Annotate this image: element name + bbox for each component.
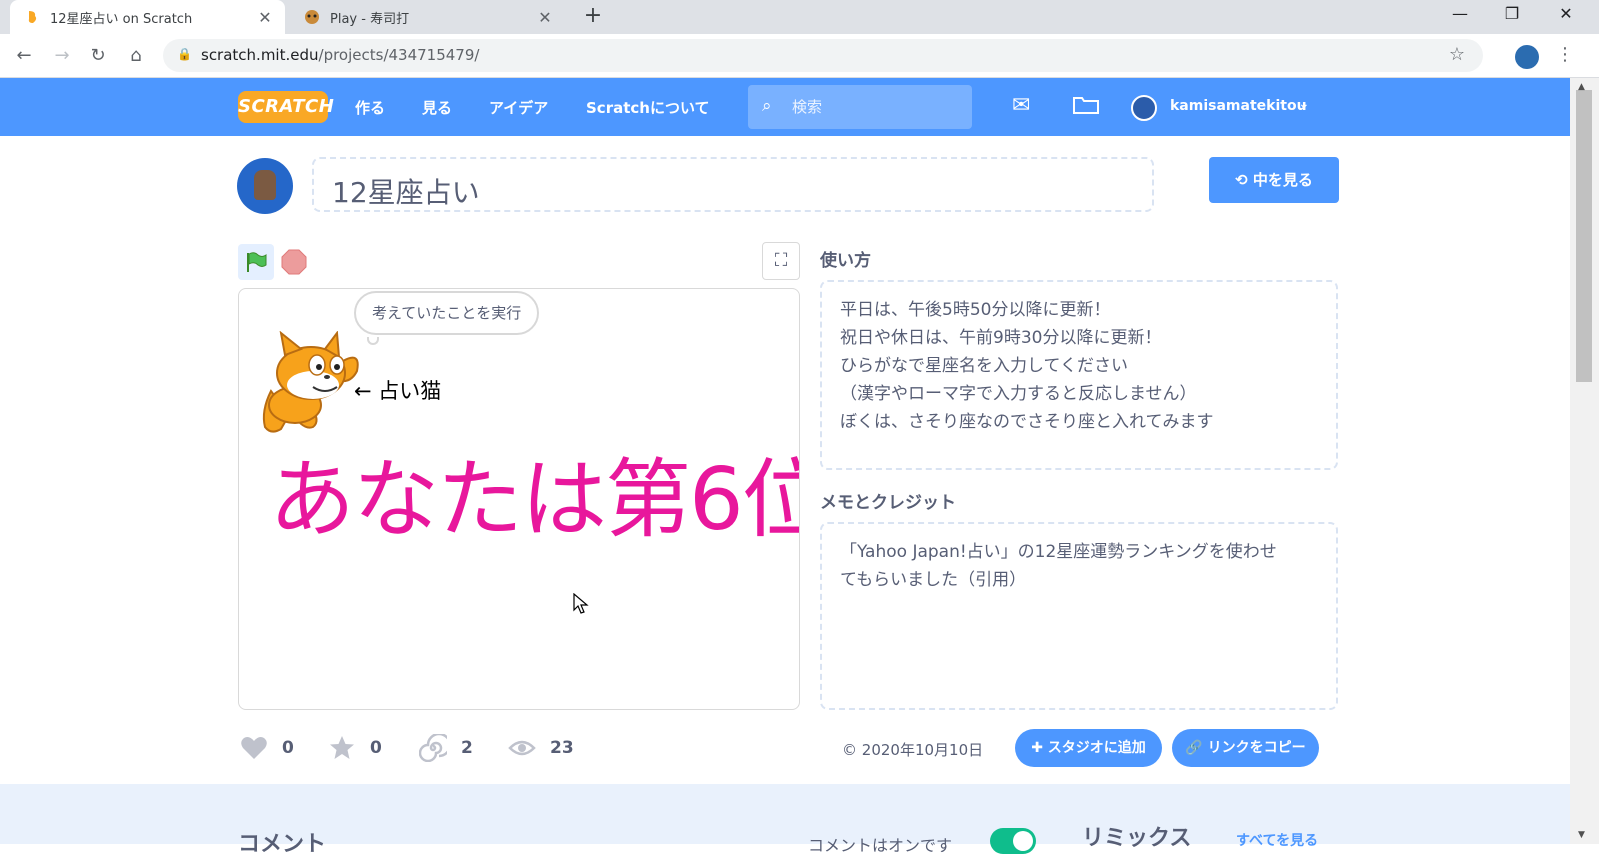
share-date: © 2020年10月10日 <box>842 739 983 760</box>
instructions-line: 平日は、午後5時50分以降に更新！ <box>840 300 1111 320</box>
tab-title: 12星座占い on Scratch <box>50 11 193 27</box>
remix-spiral-icon <box>419 734 447 762</box>
nav-explore[interactable]: 見る <box>422 97 452 118</box>
share-date-text: 2020年10月10日 <box>861 741 984 759</box>
sushida-favicon-icon <box>304 9 320 25</box>
close-tab-icon[interactable]: ✕ <box>255 8 275 27</box>
project-author-avatar[interactable] <box>237 158 293 214</box>
instructions-line: ひらがなで星座名を入力してください <box>840 356 1128 376</box>
tab-sushida[interactable]: Play - 寿司打 ✕ <box>290 0 565 34</box>
new-tab-icon[interactable]: + <box>580 4 606 30</box>
love-stat[interactable]: 0 <box>240 734 294 762</box>
browser-tab-strip: 12星座占い on Scratch ✕ Play - 寿司打 ✕ + — ❐ ✕ <box>0 0 1599 34</box>
see-inside-label: 中を見る <box>1252 171 1313 189</box>
user-avatar[interactable] <box>1131 95 1157 121</box>
project-stage[interactable]: 考えていたことを実行 ← 占い猫 あなたは第6位 <box>238 288 800 710</box>
remixes-heading: リミックス <box>1082 826 1192 851</box>
forward-icon[interactable]: → <box>48 42 76 70</box>
view-count: 23 <box>550 738 574 758</box>
green-flag-button[interactable] <box>238 244 274 280</box>
search-input[interactable] <box>792 95 962 119</box>
back-icon[interactable]: ← <box>10 42 38 70</box>
comments-section-band <box>0 784 1570 844</box>
reload-icon[interactable]: ↻ <box>84 42 112 70</box>
remix-arrows-icon: ⟲ <box>1235 171 1253 189</box>
instructions-line: （漢字やローマ字で入力すると反応しません） <box>840 384 1197 404</box>
fortune-cat-label: ← 占い猫 <box>354 379 442 403</box>
remix-count: 2 <box>461 738 473 758</box>
project-title[interactable]: 12星座占い <box>312 157 1154 212</box>
favorite-count: 0 <box>370 738 382 758</box>
think-bubble: 考えていたことを実行 <box>354 291 540 335</box>
search-icon: ⌕ <box>762 96 772 116</box>
scratch-cat-sprite <box>262 331 359 433</box>
browser-profile-avatar[interactable] <box>1515 45 1539 69</box>
nav-create[interactable]: 作る <box>355 97 385 118</box>
nav-ideas[interactable]: アイデア <box>489 97 548 118</box>
home-icon[interactable]: ⌂ <box>122 42 150 70</box>
messages-icon[interactable]: ✉ <box>1012 93 1030 118</box>
url-text: scratch.mit.edu/projects/434715479/ <box>201 46 480 64</box>
scratch-navbar: SCRATCH 作る 見る アイデア Scratchについて ⌕ ✉ kamis… <box>0 78 1570 136</box>
scrollbar-thumb[interactable] <box>1576 90 1592 382</box>
browser-menu-icon[interactable]: ⋮ <box>1556 44 1574 65</box>
mouse-cursor-icon <box>573 593 589 614</box>
love-count: 0 <box>282 738 294 758</box>
username[interactable]: kamisamatekitou <box>1170 98 1307 114</box>
notes-panel[interactable]: 「Yahoo Japan!占い」の12星座運勢ランキングを使わせ てもらいました… <box>820 522 1338 710</box>
scratch-logo[interactable]: SCRATCH <box>238 91 334 123</box>
tab-title: Play - 寿司打 <box>330 11 410 27</box>
bookmark-star-icon[interactable]: ☆ <box>1449 44 1465 65</box>
close-tab-icon[interactable]: ✕ <box>535 8 555 27</box>
instructions-line: 祝日や休日は、午前9時30分以降に更新！ <box>840 328 1162 348</box>
add-to-studio-button[interactable]: ✚ スタジオに追加 <box>1015 729 1162 767</box>
instructions-line: ぼくは、さそり座なのでさそり座と入れてみます <box>840 412 1214 432</box>
minimize-icon[interactable]: — <box>1434 0 1486 34</box>
see-all-remixes-link[interactable]: すべてを見る <box>1236 830 1318 850</box>
scroll-down-icon[interactable]: ▼ <box>1578 830 1585 840</box>
scratch-favicon-icon <box>24 9 40 25</box>
instructions-panel[interactable]: 平日は、午後5時50分以降に更新！ 祝日や休日は、午前9時30分以降に更新！ ひ… <box>820 280 1338 470</box>
copyright-icon: © <box>842 741 862 759</box>
fortune-result-text: あなたは第6位 <box>269 450 800 550</box>
notes-line: 「Yahoo Japan!占い」の12星座運勢ランキングを使わせ <box>840 542 1277 562</box>
browser-toolbar: ← → ↻ ⌂ 🔒 scratch.mit.edu/projects/43471… <box>0 34 1599 78</box>
lock-icon: 🔒 <box>177 47 192 61</box>
think-bubble-tail <box>367 337 379 345</box>
scroll-up-icon[interactable]: ▲ <box>1578 82 1585 92</box>
see-inside-button[interactable]: ⟲ 中を見る <box>1209 157 1339 203</box>
tab-scratch-project[interactable]: 12星座占い on Scratch ✕ <box>10 0 285 34</box>
nav-about[interactable]: Scratchについて <box>586 97 710 118</box>
fullscreen-icon[interactable]: ⛶ <box>762 242 800 280</box>
copy-link-button[interactable]: 🔗 リンクをコピー <box>1172 729 1319 767</box>
stop-button[interactable] <box>280 248 308 276</box>
remix-stat: 2 <box>419 734 473 762</box>
comments-status: コメントはオンです <box>808 836 953 855</box>
close-window-icon[interactable]: ✕ <box>1540 0 1592 34</box>
notes-line: てもらいました（引用） <box>840 570 1027 590</box>
green-flag-icon <box>247 252 267 272</box>
comments-heading: コメント <box>238 832 327 857</box>
heart-icon <box>241 737 267 759</box>
chevron-down-icon[interactable]: ⌄ <box>1298 96 1310 112</box>
favorite-stat[interactable]: 0 <box>328 734 382 762</box>
view-stat: 23 <box>508 734 574 762</box>
address-bar[interactable]: 🔒 scratch.mit.edu/projects/434715479/ ☆ <box>163 39 1483 72</box>
star-icon <box>330 736 354 759</box>
restore-icon[interactable]: ❐ <box>1486 0 1538 34</box>
search-box: ⌕ <box>748 85 972 129</box>
my-stuff-folder-icon[interactable] <box>1072 93 1100 121</box>
instructions-heading: 使い方 <box>820 251 871 271</box>
eye-icon <box>508 740 536 756</box>
comments-toggle[interactable] <box>990 828 1036 854</box>
notes-heading: メモとクレジット <box>820 493 956 513</box>
